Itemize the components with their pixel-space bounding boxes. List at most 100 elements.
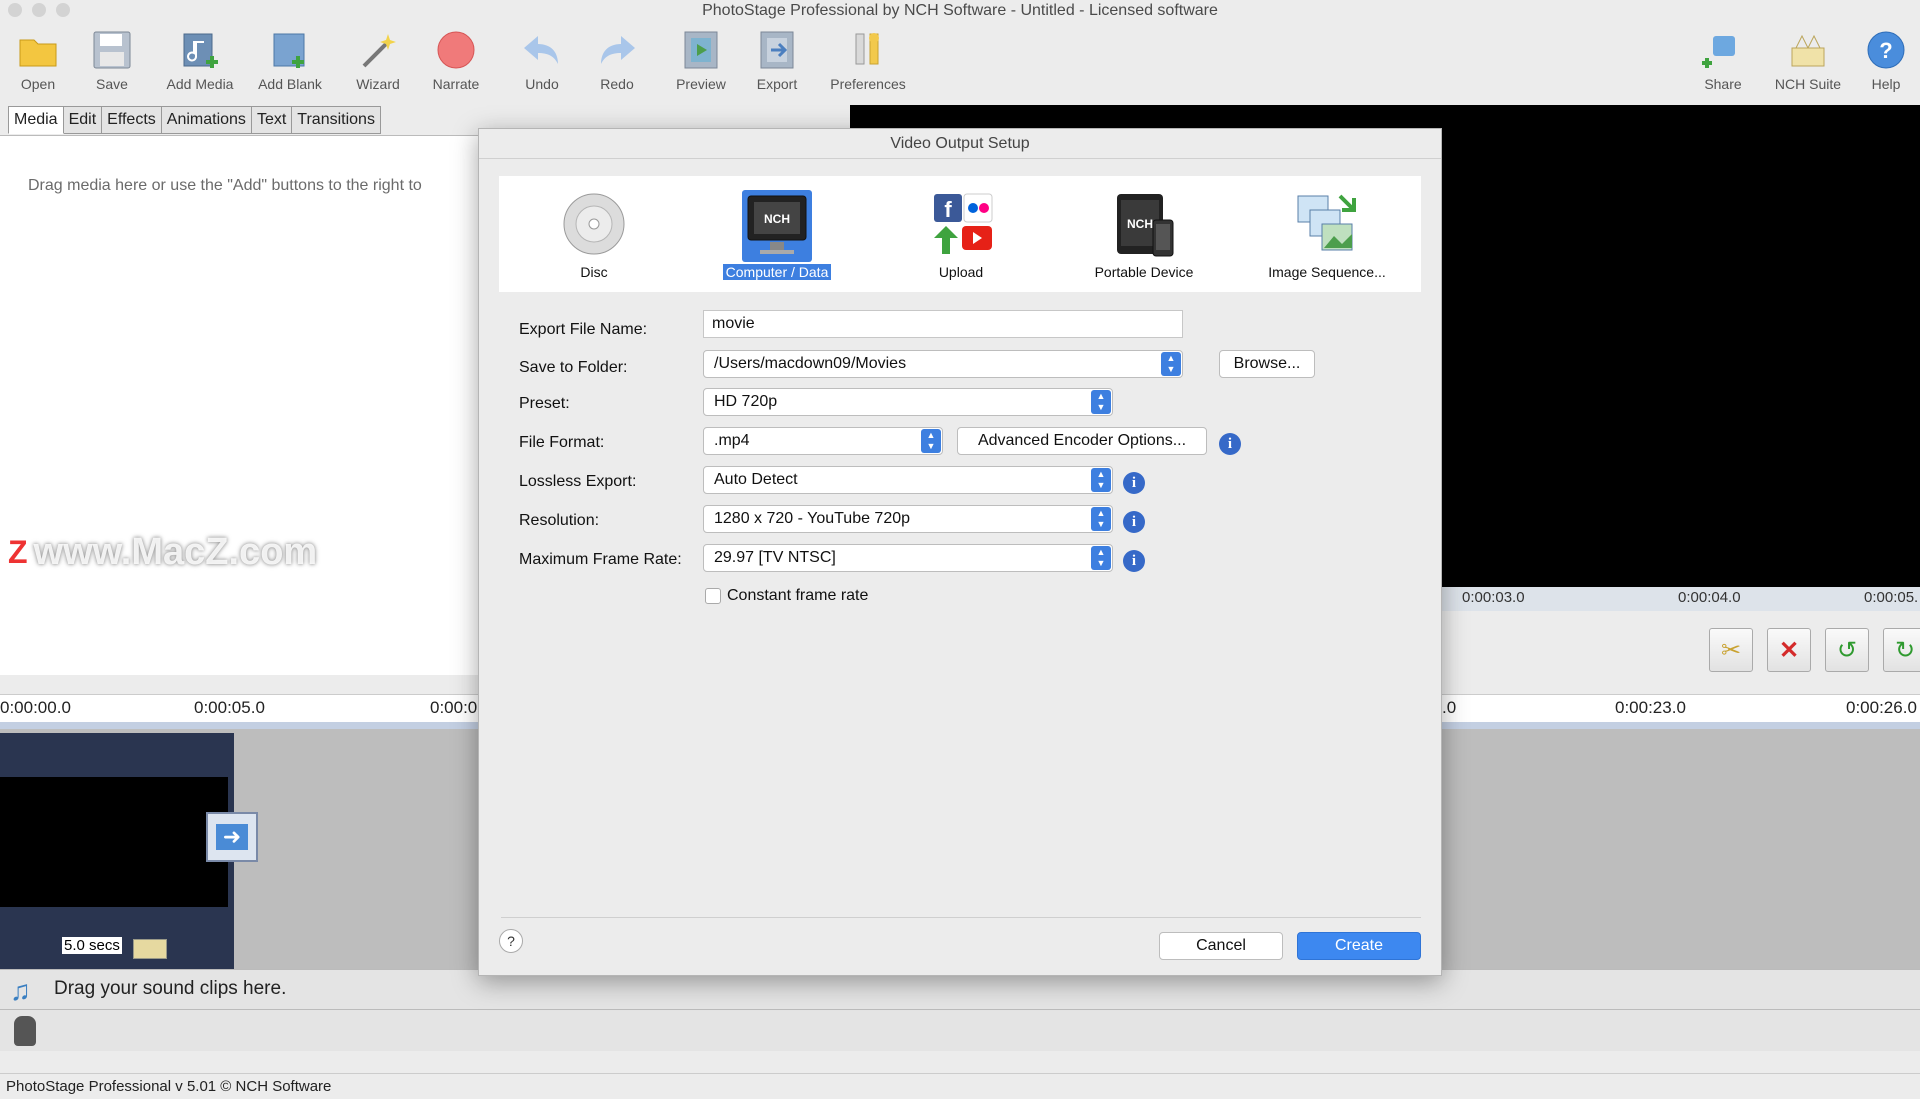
save-folder-value: /Users/macdown09/Movies (714, 355, 907, 372)
tab-text[interactable]: Text (251, 106, 293, 134)
select-stepper-icon: ▲ ▼ (1091, 468, 1111, 492)
dialog-title: Video Output Setup (479, 129, 1441, 159)
minimize-window-icon[interactable] (32, 3, 46, 17)
export-button[interactable]: Export (739, 28, 815, 92)
file-format-value: .mp4 (714, 432, 750, 449)
create-button[interactable]: Create (1297, 932, 1421, 960)
destination-label: Portable Device (1094, 264, 1194, 280)
cancel-button[interactable]: Cancel (1159, 932, 1283, 960)
preview-button[interactable]: Preview (663, 28, 739, 92)
destination-computer-data[interactable]: NCH Computer / Data (707, 190, 847, 280)
preferences-icon (855, 33, 879, 65)
svg-text:?: ? (1879, 38, 1892, 63)
arrow-right-icon: ➜ (216, 824, 248, 850)
constant-frame-rate-label[interactable]: Constant frame rate (727, 587, 868, 605)
lossless-export-value: Auto Detect (714, 471, 798, 488)
preferences-button[interactable]: Preferences (830, 28, 906, 92)
split-button[interactable]: ✂ (1709, 628, 1753, 672)
destination-label: Image Sequence... (1268, 264, 1386, 280)
scissors-icon: ✂ (1720, 636, 1742, 664)
timeline-tick: 0:00:26.0 (1846, 698, 1917, 717)
microphone-icon (14, 1016, 36, 1046)
timeline-clip[interactable]: 5.0 secs (0, 733, 234, 969)
rotate-left-button[interactable]: ↺ (1825, 628, 1869, 672)
save-button[interactable]: Save (74, 28, 150, 92)
nch-suite-icon (1791, 34, 1825, 67)
redo-button[interactable]: Redo (579, 28, 655, 92)
film-export-icon (760, 31, 794, 69)
timeline-tick: .0 (1442, 698, 1457, 717)
lossless-export-select[interactable]: Auto Detect ▲ ▼ (703, 466, 1113, 494)
destination-upload[interactable]: f Upload (891, 190, 1031, 280)
transition-button[interactable]: ➜ (206, 812, 258, 862)
tab-media[interactable]: Media (8, 106, 64, 134)
tab-animations[interactable]: Animations (161, 106, 252, 134)
disc-icon (563, 193, 625, 255)
close-window-icon[interactable] (8, 3, 22, 17)
share-button[interactable]: Share (1685, 28, 1761, 92)
save-folder-select[interactable]: /Users/macdown09/Movies ▲ ▼ (703, 350, 1183, 378)
destination-portable-device[interactable]: NCH Portable Device (1074, 190, 1214, 280)
status-bar: PhotoStage Professional v 5.01 © NCH Sof… (0, 1073, 1920, 1099)
export-file-name-input[interactable]: movie (703, 310, 1183, 338)
nch-suite-button[interactable]: NCH Suite (1770, 28, 1846, 92)
destination-label: Computer / Data (722, 264, 832, 280)
delete-x-icon: ✕ (1778, 636, 1800, 664)
format-info-icon[interactable]: i (1219, 433, 1241, 455)
image-sequence-icon (1297, 194, 1356, 251)
svg-text:NCH: NCH (1127, 217, 1153, 231)
file-format-select[interactable]: .mp4 ▲ ▼ (703, 427, 943, 455)
advanced-encoder-options-button[interactable]: Advanced Encoder Options... (957, 427, 1207, 455)
dialog-help-button[interactable]: ? (499, 929, 523, 953)
portable-device-icon: NCH (1117, 194, 1174, 257)
undo-button[interactable]: Undo (504, 28, 580, 92)
resolution-info-icon[interactable]: i (1123, 511, 1145, 533)
destination-selector: Disc NCH Computer / Data f Upload NCH Po… (499, 176, 1421, 292)
watermark-logo: Z (8, 534, 28, 570)
preset-select[interactable]: HD 720p ▲ ▼ (703, 388, 1113, 416)
tab-effects[interactable]: Effects (102, 106, 162, 134)
watermark-text: www.MacZ.com (33, 531, 318, 573)
frame-rate-info-icon[interactable]: i (1123, 550, 1145, 572)
lossless-export-label: Lossless Export: (519, 473, 637, 490)
save-folder-label: Save to Folder: (519, 359, 628, 376)
tab-transitions[interactable]: Transitions (292, 106, 381, 134)
lossless-info-icon[interactable]: i (1123, 472, 1145, 494)
folder-icon (19, 39, 57, 67)
resolution-select[interactable]: 1280 x 720 - YouTube 720p ▲ ▼ (703, 505, 1113, 533)
tab-edit[interactable]: Edit (63, 106, 103, 134)
browse-button[interactable]: Browse... (1219, 350, 1315, 378)
timeline-tick: 0:00:00.0 (0, 698, 71, 717)
delete-button[interactable]: ✕ (1767, 628, 1811, 672)
select-stepper-icon: ▲ ▼ (921, 429, 941, 453)
constant-frame-rate-checkbox[interactable] (705, 588, 721, 604)
add-media-icon (183, 33, 218, 68)
help-button[interactable]: ? Help (1848, 28, 1920, 92)
undo-arrow-icon (524, 36, 558, 64)
zoom-window-icon[interactable] (56, 3, 70, 17)
clip-duration[interactable]: 5.0 secs (62, 937, 122, 954)
film-preview-icon (684, 31, 718, 69)
frame-rate-select[interactable]: 29.97 [TV NTSC] ▲ ▼ (703, 544, 1113, 572)
add-media-button[interactable]: Add Media (162, 28, 238, 92)
destination-label: Upload (938, 264, 984, 280)
destination-disc[interactable]: Disc (524, 190, 664, 280)
export-file-name-label: Export File Name: (519, 321, 648, 338)
rotate-right-button[interactable]: ↻ (1883, 628, 1920, 672)
preview-ruler-tick: 0:00:03.0 (1462, 589, 1525, 606)
narration-track[interactable] (0, 1009, 1920, 1051)
media-panel[interactable]: Drag media here or use the "Add" buttons… (0, 135, 478, 675)
floppy-icon (93, 31, 131, 69)
rotate-left-icon: ↺ (1836, 636, 1858, 664)
thumbs-up-icon (1702, 36, 1735, 68)
narrate-button[interactable]: Narrate (418, 28, 494, 92)
music-note-icon: ♫ (10, 975, 31, 1006)
window-controls (8, 3, 70, 17)
add-blank-button[interactable]: Add Blank (252, 28, 328, 92)
preview-ruler-tick: 0:00:05. (1864, 589, 1919, 606)
main-toolbar: Open Save Add Media Add Blank Wizard Nar… (0, 22, 1920, 104)
wizard-button[interactable]: Wizard (340, 28, 416, 92)
destination-image-sequence[interactable]: Image Sequence... (1257, 190, 1397, 280)
open-button[interactable]: Open (0, 28, 76, 92)
duration-ruler-icon[interactable] (133, 939, 167, 959)
